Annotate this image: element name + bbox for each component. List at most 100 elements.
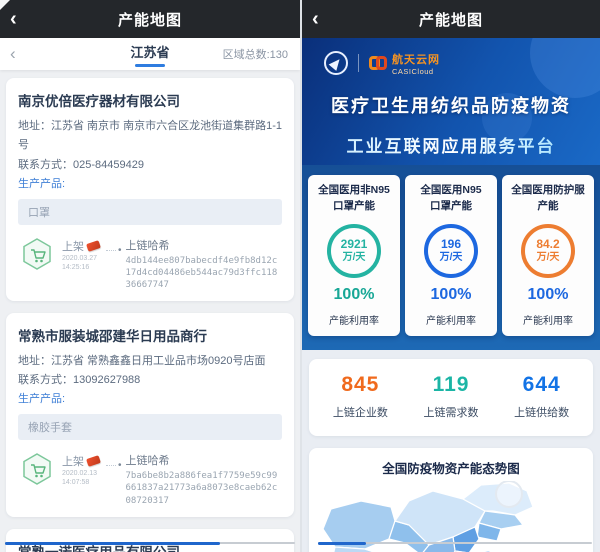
address-value: 江苏省 常熟鑫鑫日用工业品市场0920号店面 (51, 355, 266, 367)
company-card[interactable]: 常熟市服装城邵建华日用品商行 地址：江苏省 常熟鑫鑫日用工业品市场0920号店面… (6, 313, 294, 517)
brand-row: 航天云网 CASICloud (302, 48, 600, 78)
capacity-ring: 196 万/天 (424, 224, 478, 278)
stat-value: 644 (496, 373, 587, 397)
capacity-title: 全国医用N95口罩产能 (408, 183, 494, 215)
contact-value: 13092627988 (73, 374, 140, 386)
utilization-label: 产能利用率 (408, 312, 494, 327)
stat-enterprises: 845 上链企业数 (315, 373, 406, 420)
connector-dot: • (118, 460, 122, 471)
left-app-header: ‹ 产能地图 (0, 0, 300, 38)
brand-name: 航天云网 (392, 51, 440, 67)
region-count: 区域总数:130 (223, 46, 288, 62)
banner-subtitle: 工业互联网应用服务平台 (302, 132, 600, 157)
shelf-hexagon-badge-icon (20, 452, 54, 486)
stat-supplies: 644 上链供给数 (496, 373, 587, 420)
stat-value: 845 (315, 373, 406, 397)
screenshot-pair: ‹ 产能地图 ‹ 江苏省 区域总数:130 南京优倍医疗器材有限公司 地址：江苏… (0, 0, 600, 552)
capacity-unit: 万/天 (537, 252, 560, 263)
contact-label: 联系方式： (18, 374, 73, 386)
shelf-time: 14:07:58 (62, 478, 100, 487)
tab-province-label: 江苏省 (130, 45, 169, 60)
connector-dot: • (118, 245, 122, 256)
casic-logo-icon (324, 51, 348, 75)
contact-label: 联系方式： (18, 159, 73, 171)
brand-subname: CASICloud (392, 67, 440, 76)
left-app-panel: ‹ 产能地图 ‹ 江苏省 区域总数:130 南京优倍医疗器材有限公司 地址：江苏… (0, 0, 300, 552)
capacity-title: 全国医用防护服产能 (505, 183, 591, 215)
back-icon[interactable]: ‹ (10, 0, 17, 38)
ribbon-icon (86, 455, 101, 467)
video-progress-fill[interactable] (5, 542, 220, 545)
hash-value: 4db144ee807babecdf4e9fb8d12c17d4cd04486e… (126, 255, 282, 291)
company-card[interactable]: 南京优倍医疗器材有限公司 地址：江苏省 南京市 南京市六合区龙池街道集群路1-1… (6, 78, 294, 301)
page-title: 产能地图 (419, 9, 483, 30)
utilization-rate: 100% (505, 286, 591, 304)
tab-underline (135, 64, 165, 67)
capacity-ring: 2921 万/天 (327, 224, 381, 278)
company-contact: 联系方式：13092627988 (18, 371, 282, 390)
capacity-unit: 万/天 (440, 252, 463, 263)
capacity-card-non-n95: 全国医用非N95口罩产能 2921 万/天 100% 产能利用率 (308, 175, 400, 336)
shelf-label: 上架 (62, 238, 84, 254)
brand-divider (358, 54, 359, 72)
capacity-card-protective-suit: 全国医用防护服产能 84.2 万/天 100% 产能利用率 (502, 175, 594, 336)
hero-banner: 航天云网 CASICloud 医疗卫生用纺织品防疫物资 工业互联网应用服务平台 (302, 38, 600, 165)
dotted-connector: • (106, 245, 122, 256)
stat-value: 119 (406, 373, 497, 397)
map-highlight-circle (496, 481, 522, 507)
ribbon-icon (86, 240, 101, 252)
hash-label: 上链哈希 (126, 452, 282, 468)
province-subheader: ‹ 江苏省 区域总数:130 (0, 38, 300, 70)
brand-text: 航天云网 CASICloud (392, 51, 440, 76)
page-title: 产能地图 (118, 9, 182, 30)
capacity-card-n95: 全国医用N95口罩产能 196 万/天 100% 产能利用率 (405, 175, 497, 336)
hash-label: 上链哈希 (126, 237, 282, 253)
company-name: 常熟市服装城邵建华日用品商行 (18, 325, 282, 345)
capacity-map-card: 全国防疫物资产能态势图 (309, 448, 593, 552)
capacity-value: 2921 (341, 238, 368, 251)
products-label: 生产产品: (18, 390, 282, 410)
chain-info-row: 上架 2020.02.13 14:07:58 • 上链哈希 7ba6be8b2a… (18, 452, 282, 506)
stat-label: 上链需求数 (406, 404, 497, 420)
capacity-value: 84.2 (536, 238, 559, 251)
chain-hash-block: 上链哈希 7ba6be8b2a886fea1f7759e59c99661837a… (126, 452, 282, 506)
shelf-hexagon-badge-icon (20, 237, 54, 271)
video-progress-fill[interactable] (318, 542, 366, 545)
company-address: 地址：江苏省 南京市 南京市六合区龙池街道集群路1-1号 (18, 117, 282, 156)
shelf-time: 14:25:16 (62, 263, 100, 272)
dotted-connector: • (106, 460, 122, 471)
utilization-label: 产能利用率 (505, 312, 591, 327)
hash-value: 7ba6be8b2a886fea1f7759e59c99661837a21773… (126, 470, 282, 506)
company-card[interactable]: 常熟一诺医疗用品有限公司 地址：江苏省 江苏常熟市支塘镇 联系方式：0512-5… (6, 529, 294, 552)
company-contact: 联系方式：025-84459429 (18, 156, 282, 175)
shelf-status: 上架 2020.02.13 14:07:58 (62, 452, 100, 487)
chain-hash-block: 上链哈希 4db144ee807babecdf4e9fb8d12c17d4cd0… (126, 237, 282, 291)
chain-info-row: 上架 2020.03.27 14:25:16 • 上链哈希 4db144ee80… (18, 237, 282, 291)
products-label: 生产产品: (18, 175, 282, 195)
back-icon[interactable]: ‹ (312, 0, 319, 38)
capacity-cards-row: 全国医用非N95口罩产能 2921 万/天 100% 产能利用率 全国医用N95… (302, 165, 600, 350)
utilization-rate: 100% (311, 286, 397, 304)
capacity-unit: 万/天 (343, 252, 366, 263)
company-address: 地址：江苏省 常熟鑫鑫日用工业品市场0920号店面 (18, 352, 282, 371)
capacity-ring: 84.2 万/天 (521, 224, 575, 278)
stat-label: 上链供给数 (496, 404, 587, 420)
company-name: 南京优倍医疗器材有限公司 (18, 90, 282, 110)
right-app-header: ‹ 产能地图 (302, 0, 600, 38)
utilization-label: 产能利用率 (311, 312, 397, 327)
map-title: 全国防疫物资产能态势图 (313, 458, 589, 477)
casicloud-logo-icon (369, 56, 387, 70)
utilization-rate: 100% (408, 286, 494, 304)
shelf-date: 2020.03.27 (62, 254, 100, 263)
stat-label: 上链企业数 (315, 404, 406, 420)
right-app-panel: ‹ 产能地图 航天云网 CASICloud 医疗卫生用纺织品防疫物资 工业互联网… (300, 0, 600, 552)
shelf-label: 上架 (62, 453, 84, 469)
corner-mark (0, 0, 10, 10)
address-label: 地址： (18, 355, 51, 367)
company-list: 南京优倍医疗器材有限公司 地址：江苏省 南京市 南京市六合区龙池街道集群路1-1… (0, 70, 300, 552)
product-tag: 橡胶手套 (18, 414, 282, 440)
address-label: 地址： (18, 120, 51, 132)
contact-value: 025-84459429 (73, 159, 144, 171)
shelf-date: 2020.02.13 (62, 469, 100, 478)
address-value: 江苏省 南京市 南京市六合区龙池街道集群路1-1号 (18, 120, 282, 151)
